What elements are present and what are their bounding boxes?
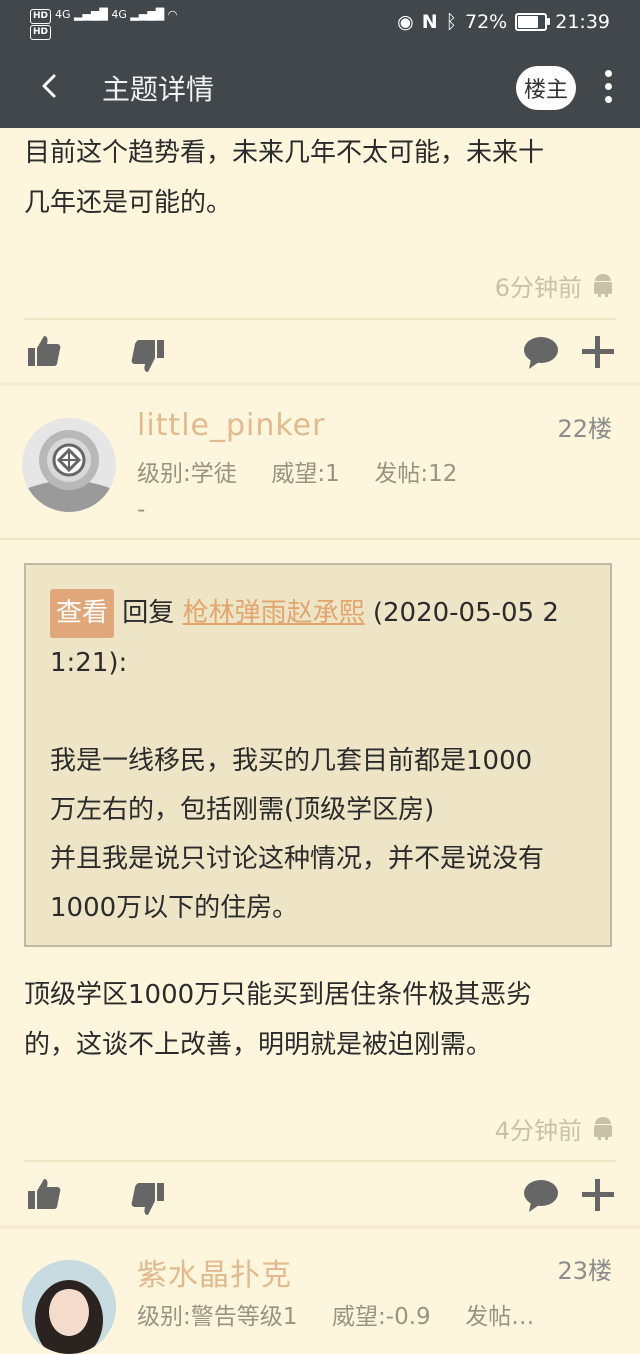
battery-icon: [515, 13, 551, 31]
user-meta: 级别:学徒 威望:1 发帖:12: [137, 454, 457, 488]
user-signature: -: [137, 497, 146, 523]
avatar[interactable]: [22, 1260, 116, 1354]
status-right: ◉ N ᛒ 72% 21:39: [397, 11, 610, 33]
quote-time: (2020-05-05 2: [372, 598, 559, 628]
battery-percent: 72%: [465, 11, 508, 33]
network-left: 4G: [55, 8, 71, 21]
thumbs-up-icon: [28, 1179, 61, 1209]
more-dot-icon: [604, 70, 612, 77]
quote-header: 查看 回复 枪林弹雨赵承熙 (2020-05-05 2: [50, 589, 590, 638]
hd-icon: HD: [30, 9, 52, 24]
post-separator: [0, 1225, 640, 1229]
quote-line: 万左右的，包括刚需(顶级学区房): [50, 795, 435, 825]
android-icon: [594, 1116, 612, 1140]
quote-line: 我是一线移民，我买的几套目前都是1000: [50, 746, 533, 776]
dislike-button[interactable]: [128, 1179, 168, 1219]
comment-button[interactable]: [521, 1175, 561, 1215]
post-line: 顶级学区1000万只能买到居住条件极其恶劣: [24, 980, 533, 1010]
plus-icon: [582, 336, 614, 368]
dislike-button[interactable]: [128, 336, 168, 376]
chevron-left-icon: [42, 74, 56, 98]
floor-number: 23楼: [557, 1257, 612, 1285]
page-title: 主题详情: [102, 73, 215, 106]
user-post-count: 发帖…: [465, 1304, 535, 1330]
username[interactable]: 紫水晶扑克: [137, 1250, 292, 1294]
post-body: 目前这个趋势看，未来几年不太可能，未来十 几年还是可能的。: [24, 128, 624, 228]
user-prestige: 威望:-0.9: [332, 1304, 431, 1330]
clock: 21:39: [555, 11, 610, 33]
post-time: 6分钟前: [495, 268, 616, 303]
user-prestige: 威望:1: [271, 461, 340, 487]
wifi-icon: ◠: [167, 8, 178, 21]
diver-helmet-avatar-icon: [22, 418, 116, 512]
quote-line: 并且我是说只讨论这种情况，并不是说没有: [50, 844, 545, 874]
view-tag-button[interactable]: 查看: [50, 589, 115, 638]
comment-icon: [524, 337, 558, 369]
post-time: 4分钟前: [495, 1111, 616, 1146]
signal-icon: ▂▄▆█: [74, 8, 108, 21]
user-photo-avatar-icon: [22, 1260, 116, 1354]
divider: [0, 538, 640, 540]
floor-number: 22楼: [557, 415, 612, 443]
avatar[interactable]: [22, 418, 116, 512]
bluetooth-icon: ᛒ: [445, 11, 457, 33]
post-body: 顶级学区1000万只能买到居住条件极其恶劣 的，这谈不上改善，明明就是被迫刚需。: [24, 970, 624, 1070]
post-time-text: 6分钟前: [494, 274, 582, 302]
post-line: 几年还是可能的。: [24, 188, 233, 218]
post-separator: [0, 382, 640, 386]
plus-icon: [582, 1179, 614, 1211]
like-button[interactable]: [24, 1175, 64, 1215]
divider: [24, 1160, 616, 1162]
comment-button[interactable]: [521, 332, 561, 372]
thumbs-up-icon: [28, 336, 61, 366]
hd-icon-2: HD: [30, 25, 52, 40]
user-meta: 级别:警告等级1 威望:-0.9 发帖…: [137, 1297, 534, 1331]
add-button[interactable]: [578, 332, 618, 372]
quote-block: 查看 回复 枪林弹雨赵承熙 (2020-05-05 2 1:21): 我是一线移…: [24, 563, 612, 947]
back-button[interactable]: [30, 66, 70, 106]
comment-icon: [524, 1180, 558, 1212]
quoted-user-link[interactable]: 枪林弹雨赵承熙: [183, 598, 365, 628]
post-line: 的，这谈不上改善，明明就是被迫刚需。: [24, 1030, 493, 1060]
username[interactable]: little_pinker: [137, 408, 325, 443]
status-left: HD 4G ▂▄▆█ 4G ▂▄▆█ ◠ HD: [30, 8, 177, 40]
more-dot-icon: [604, 83, 612, 90]
status-bar: HD 4G ▂▄▆█ 4G ▂▄▆█ ◠ HD ◉ N ᛒ 72% 21:39: [0, 0, 640, 48]
user-level: 级别:警告等级1: [137, 1304, 298, 1330]
more-dot-icon: [604, 96, 612, 103]
android-icon: [594, 273, 612, 297]
reply-prefix: 回复: [122, 598, 175, 628]
op-only-button[interactable]: 楼主: [516, 66, 576, 110]
nfc-icon: N: [421, 11, 438, 33]
thumbs-down-icon: [131, 340, 164, 372]
app-bar: 主题详情 楼主: [0, 48, 640, 128]
divider: [24, 318, 616, 320]
user-post-count: 发帖:12: [374, 461, 458, 487]
signal-icon-2: ▂▄▆█: [130, 8, 165, 21]
more-menu-button[interactable]: [598, 70, 618, 110]
add-button[interactable]: [578, 1175, 618, 1215]
eye-icon: ◉: [397, 11, 414, 33]
post-line: 目前这个趋势看，未来几年不太可能，未来十: [24, 138, 545, 168]
post-time-text: 4分钟前: [494, 1117, 582, 1145]
thumbs-down-icon: [131, 1183, 164, 1215]
like-button[interactable]: [24, 332, 64, 372]
user-level: 级别:学徒: [137, 461, 237, 487]
network-right: 4G: [111, 8, 127, 21]
quote-time-cont: 1:21):: [50, 648, 128, 678]
quote-line: 1000万以下的住房。: [50, 893, 299, 923]
